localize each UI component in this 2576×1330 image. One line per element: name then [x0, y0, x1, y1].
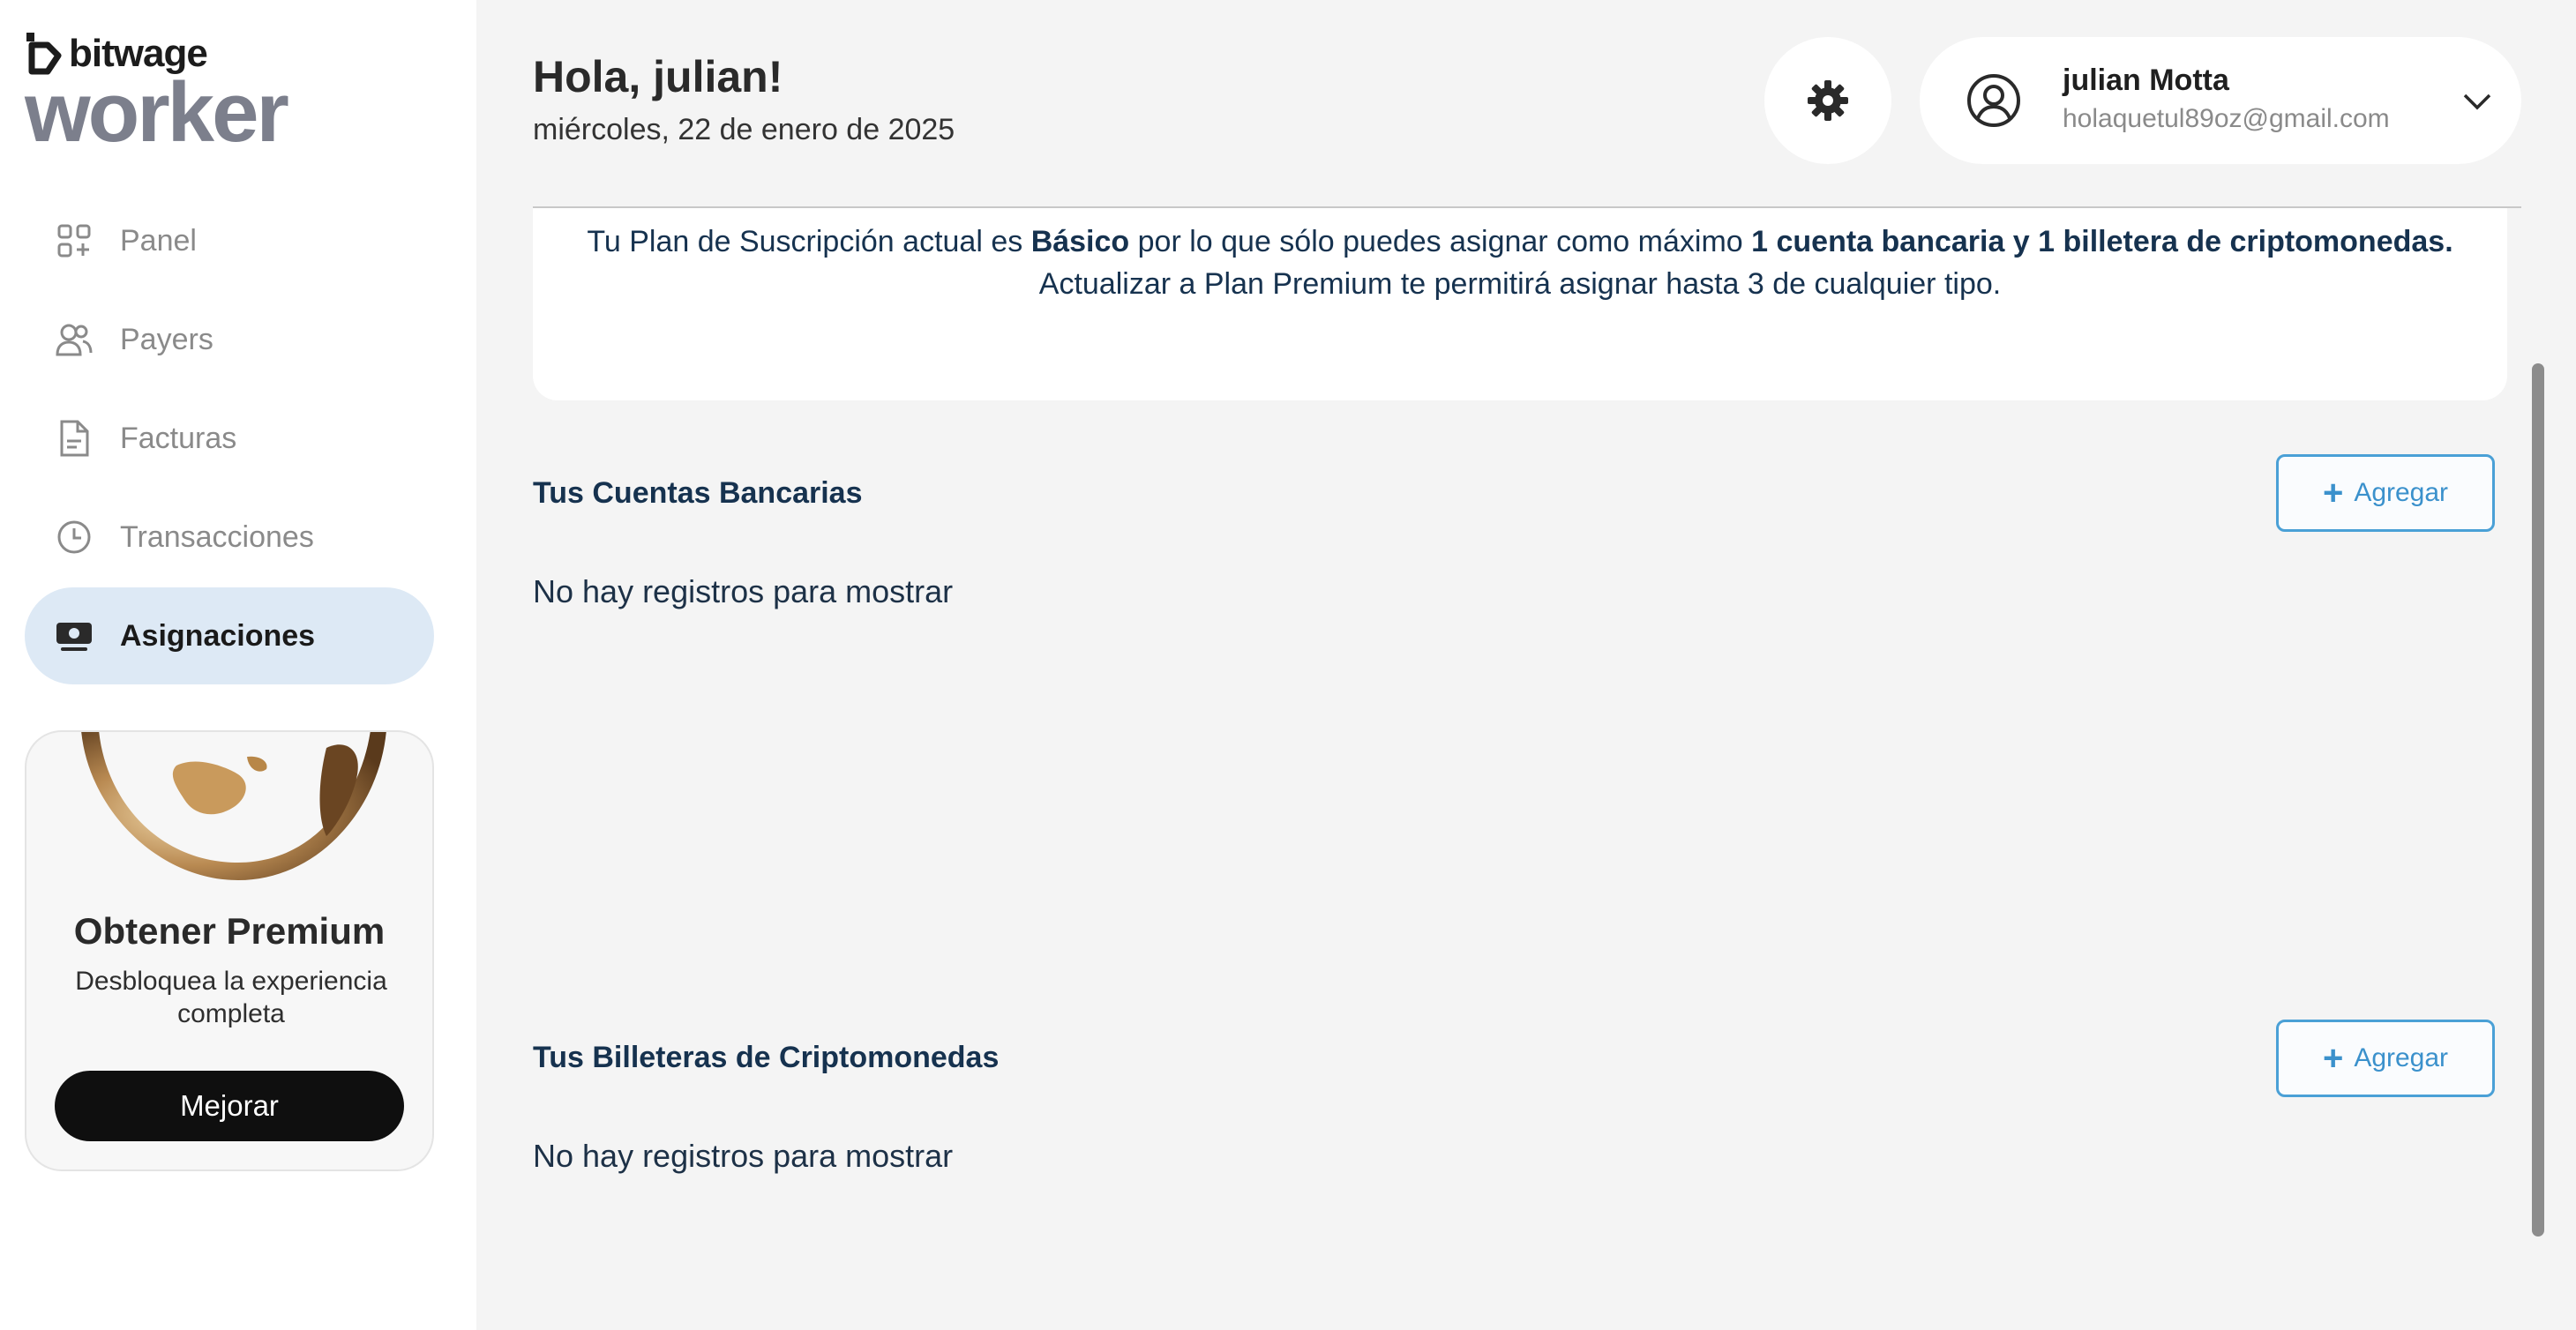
sidebar-item-facturas[interactable]: Facturas: [25, 390, 434, 487]
bank-accounts-empty: No hay registros para mostrar: [533, 573, 954, 609]
premium-title: Obtener Premium: [73, 910, 386, 952]
sidebar-item-label: Payers: [120, 322, 213, 356]
plus-icon: +: [2322, 1039, 2344, 1078]
settings-button[interactable]: [1764, 37, 1891, 164]
logo[interactable]: bitwage worker: [25, 32, 289, 160]
globe-illustration: [81, 732, 386, 880]
current-date: miércoles, 22 de enero de 2025: [533, 113, 955, 146]
chevron-down-icon: [2463, 93, 2491, 110]
plan-name: Básico: [1030, 225, 1130, 258]
scrollbar-thumb[interactable]: [2532, 363, 2544, 1237]
user-email: holaquetul89oz@gmail.com: [2063, 104, 2390, 133]
sidebar-item-label: Asignaciones: [120, 618, 316, 653]
plus-icon: +: [2322, 474, 2344, 512]
crypto-wallets-empty: No hay registros para mostrar: [533, 1138, 954, 1174]
upgrade-button[interactable]: Mejorar: [55, 1071, 404, 1141]
plan-notice-text: Tu Plan de Suscripción actual es Básico …: [587, 225, 2453, 301]
sidebar-item-transacciones[interactable]: Transacciones: [25, 489, 434, 586]
sidebar-item-label: Facturas: [120, 421, 237, 455]
panel-icon: [55, 221, 94, 260]
bank-accounts-title: Tus Cuentas Bancarias: [533, 476, 863, 510]
sidebar: bitwage worker Panel Payers Facturas Tra…: [0, 0, 476, 1330]
sidebar-item-panel[interactable]: Panel: [25, 192, 434, 289]
user-avatar-icon: [1967, 74, 2020, 127]
sidebar-nav: Panel Payers Facturas Transacciones Asig…: [25, 192, 434, 686]
premium-card: Obtener Premium Desbloquea la experienci…: [25, 730, 434, 1171]
document-icon: [55, 419, 94, 458]
add-button-label: Agregar: [2354, 1043, 2449, 1072]
sidebar-item-label: Panel: [120, 223, 197, 258]
user-name: julian Motta: [2063, 64, 2229, 97]
gear-icon: [1808, 80, 1848, 121]
premium-description: Desbloquea la experiencia completa: [75, 967, 387, 1028]
money-icon: [55, 616, 94, 655]
plan-notice: Tu Plan de Suscripción actual es Básico …: [533, 208, 2507, 400]
main-content: Hola, julian! miércoles, 22 de enero de …: [476, 0, 2576, 1330]
plan-limit: 1 cuenta bancaria y 1 billetera de cript…: [1751, 225, 2453, 258]
sidebar-item-label: Transacciones: [120, 519, 314, 554]
app-root: bitwage worker Panel Payers Facturas Tra…: [0, 0, 2576, 1330]
user-menu[interactable]: julian Motta holaquetul89oz@gmail.com: [1920, 37, 2521, 164]
sidebar-item-asignaciones[interactable]: Asignaciones: [25, 587, 434, 684]
add-crypto-wallet-button[interactable]: + Agregar: [2276, 1020, 2495, 1097]
page-title: Hola, julian!: [533, 52, 783, 101]
add-button-label: Agregar: [2354, 478, 2449, 507]
sidebar-item-payers[interactable]: Payers: [25, 291, 434, 388]
clock-icon: [55, 518, 94, 557]
add-bank-account-button[interactable]: + Agregar: [2276, 454, 2495, 532]
product-name: worker: [25, 65, 289, 160]
crypto-wallets-title: Tus Billeteras de Criptomonedas: [533, 1041, 1000, 1074]
users-icon: [55, 320, 94, 359]
